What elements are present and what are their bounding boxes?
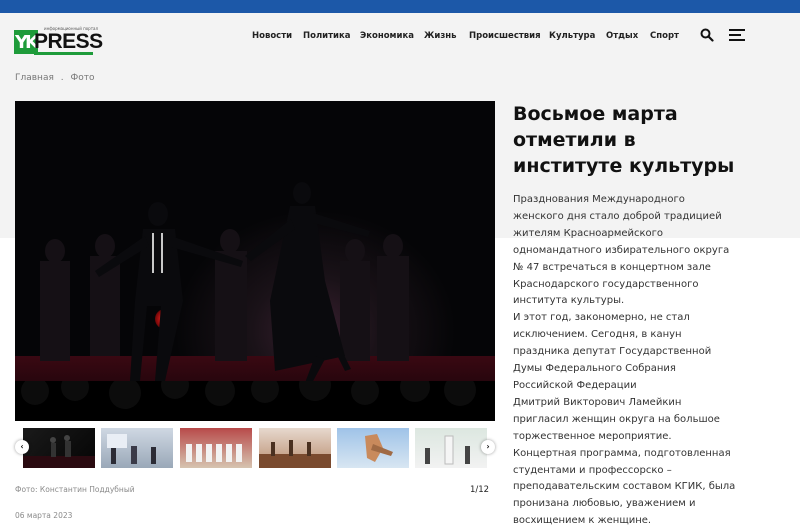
- thumbnail-2-art: [107, 434, 156, 464]
- main-photo[interactable]: [15, 101, 495, 421]
- article-body-line: праздника депутат Государственной: [513, 346, 712, 358]
- logo-mark-letters: YK: [15, 32, 39, 53]
- nav-item-sport[interactable]: Спорт: [650, 31, 679, 41]
- nav-item-economy[interactable]: Экономика: [360, 31, 414, 41]
- thumbnail-6-art: [425, 435, 470, 465]
- article-body-line: Концертная программа, подготовленная: [513, 447, 731, 459]
- article-body-line: Думы Федерального Собрания: [513, 363, 676, 375]
- article-title-line: институте культуры: [513, 155, 735, 177]
- article-title: Восьмое марта отметили в институте культ…: [513, 101, 773, 179]
- logo-underline: [34, 52, 93, 55]
- thumbnail-4-art: [259, 440, 331, 468]
- thumbnail-6[interactable]: [415, 428, 487, 468]
- gallery-counter: 1/12: [470, 485, 490, 495]
- article-body: Празднования Международного женского дня…: [513, 192, 763, 530]
- breadcrumb: Главная . Фото: [15, 73, 99, 83]
- thumbnail-5-art: [365, 434, 393, 462]
- article-body-line: Краснодарского государственного: [513, 278, 699, 290]
- article-date: 06 марта 2023: [15, 511, 73, 520]
- nav-item-culture[interactable]: Культура: [549, 31, 595, 41]
- article-body-line: Российской Федерации: [513, 379, 637, 391]
- hamburger-menu-icon[interactable]: [729, 29, 745, 41]
- logo-tagline: информационный портал: [44, 26, 99, 31]
- article-body-line: студентами и профессорско –: [513, 464, 672, 476]
- dancers-silhouette: [40, 182, 409, 385]
- nav-item-leisure[interactable]: Отдых: [606, 31, 638, 41]
- article-body-line: жителям Красноармейского: [513, 227, 664, 239]
- thumbnail-1-art: [23, 435, 95, 468]
- article-body-line: № 47 встречаться в концертном зале: [513, 261, 711, 273]
- breadcrumb-separator: .: [60, 73, 64, 83]
- chevron-right-icon[interactable]: ›: [481, 440, 495, 454]
- article-body-line: торжественное мероприятие.: [513, 430, 672, 442]
- article-body-line: исключением. Сегодня, в канун: [513, 329, 682, 341]
- thumbnail-3-art: [186, 444, 242, 462]
- article-body-line: преподавательским составом КГИК, была: [513, 481, 736, 493]
- audience-heads: [21, 369, 476, 409]
- article-title-line: отметили в: [513, 129, 636, 151]
- breadcrumb-current[interactable]: Фото: [71, 73, 95, 83]
- article-body-line: института культуры.: [513, 295, 625, 307]
- breadcrumb-home[interactable]: Главная: [15, 73, 54, 83]
- article-body-line: пронизана любовью, уважением и: [513, 498, 696, 510]
- audience-silhouette: [15, 369, 495, 421]
- nav-item-incidents[interactable]: Происшествия: [469, 31, 541, 41]
- article-body-line: Дмитрий Викторович Ламейкин: [513, 396, 682, 408]
- article-body-line: пригласил женщин округа на большое: [513, 413, 720, 425]
- article-body-line: одномандатного избирательного округа: [513, 244, 730, 256]
- site-logo[interactable]: YK PRESS информационный портал: [14, 26, 103, 55]
- thumbnail-3[interactable]: [180, 428, 252, 468]
- nav-item-politics[interactable]: Политика: [303, 31, 351, 41]
- thumbnail-4[interactable]: [259, 428, 331, 468]
- article-body-line: Празднования Международного: [513, 194, 685, 205]
- article-body-line: И этот год, закономерно, не стал: [513, 312, 690, 324]
- search-icon[interactable]: [700, 28, 714, 42]
- logo-wordmark: PRESS: [34, 30, 103, 53]
- article-title-line: Восьмое марта: [513, 103, 678, 125]
- thumbnail-slider: ‹ ›: [15, 425, 495, 470]
- top-accent-bar: [0, 0, 800, 13]
- site-header: YK PRESS информационный портал Новости П…: [0, 13, 800, 63]
- thumbnail-5[interactable]: [337, 428, 409, 468]
- thumbnail-2[interactable]: [101, 428, 173, 468]
- article-body-line: женского дня стало доброй традицией: [513, 210, 722, 222]
- chevron-left-icon[interactable]: ‹: [15, 440, 29, 454]
- photo-credit: Фото: Константин Поддубный: [15, 485, 135, 494]
- nav-item-life[interactable]: Жизнь: [424, 31, 457, 41]
- nav-item-news[interactable]: Новости: [252, 31, 292, 41]
- thumbnail-1[interactable]: [23, 428, 95, 468]
